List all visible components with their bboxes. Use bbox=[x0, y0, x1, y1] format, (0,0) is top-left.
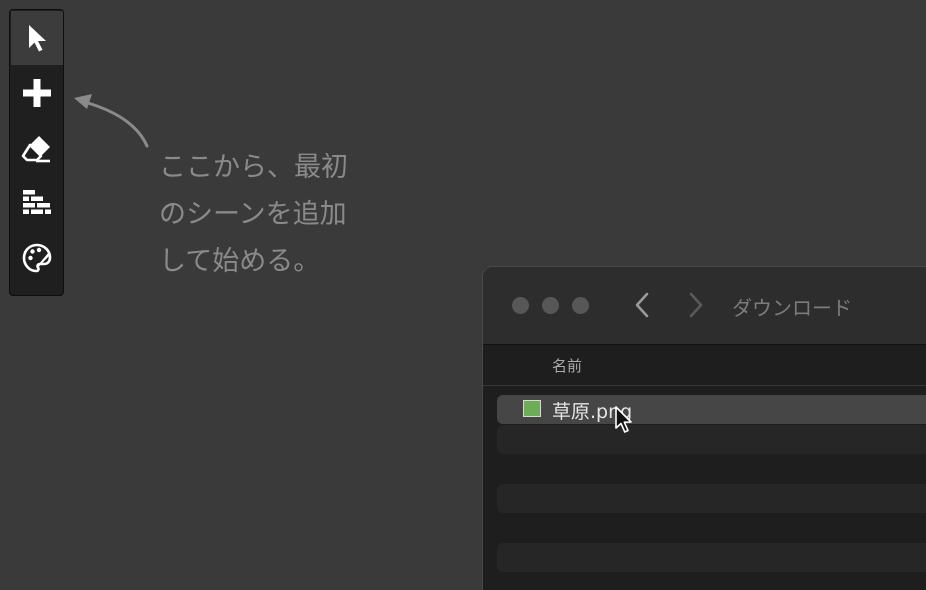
finder-window[interactable]: ダウンロード 名前 草原.png bbox=[482, 266, 926, 590]
select-tool-button[interactable] bbox=[11, 11, 63, 65]
hint-line-1: ここから、最初 bbox=[159, 152, 348, 183]
finder-titlebar[interactable]: ダウンロード bbox=[483, 267, 926, 345]
chevron-left-icon[interactable] bbox=[633, 291, 651, 319]
window-title: ダウンロード bbox=[732, 296, 852, 320]
empty-row bbox=[497, 484, 926, 513]
add-tool-button[interactable] bbox=[11, 66, 63, 120]
close-window-button[interactable] bbox=[512, 297, 529, 314]
empty-row bbox=[497, 543, 926, 572]
tool-bar bbox=[9, 9, 64, 296]
erase-tool-button[interactable] bbox=[11, 121, 63, 175]
name-column-header[interactable]: 名前 bbox=[552, 355, 582, 376]
mouse-cursor-icon bbox=[615, 406, 632, 433]
minimize-window-button[interactable] bbox=[542, 297, 559, 314]
curved-arrow-icon bbox=[74, 94, 149, 148]
plus-icon bbox=[23, 79, 51, 107]
onboarding-hint: ここから、最初 のシーンを追加 して始める。 bbox=[159, 146, 379, 287]
image-file-icon bbox=[523, 400, 541, 417]
hint-line-3: して始める。 bbox=[159, 246, 321, 277]
style-tool-button[interactable] bbox=[11, 231, 63, 285]
eraser-icon bbox=[21, 136, 50, 163]
hint-line-2: のシーンを追加 bbox=[159, 199, 347, 230]
column-header[interactable]: 名前 bbox=[483, 345, 926, 386]
arrow-pointer-icon bbox=[29, 25, 46, 52]
chevron-right-icon[interactable] bbox=[687, 291, 705, 319]
layers-tool-button[interactable] bbox=[11, 176, 63, 230]
empty-row bbox=[497, 425, 926, 454]
zoom-window-button[interactable] bbox=[572, 297, 589, 314]
palette-icon bbox=[22, 243, 52, 273]
file-row[interactable]: 草原.png bbox=[497, 395, 926, 424]
bricks-icon bbox=[23, 190, 51, 214]
canvas[interactable]: ここから、最初 のシーンを追加 して始める。 ダウンロード 名前 草原.png bbox=[0, 0, 926, 590]
